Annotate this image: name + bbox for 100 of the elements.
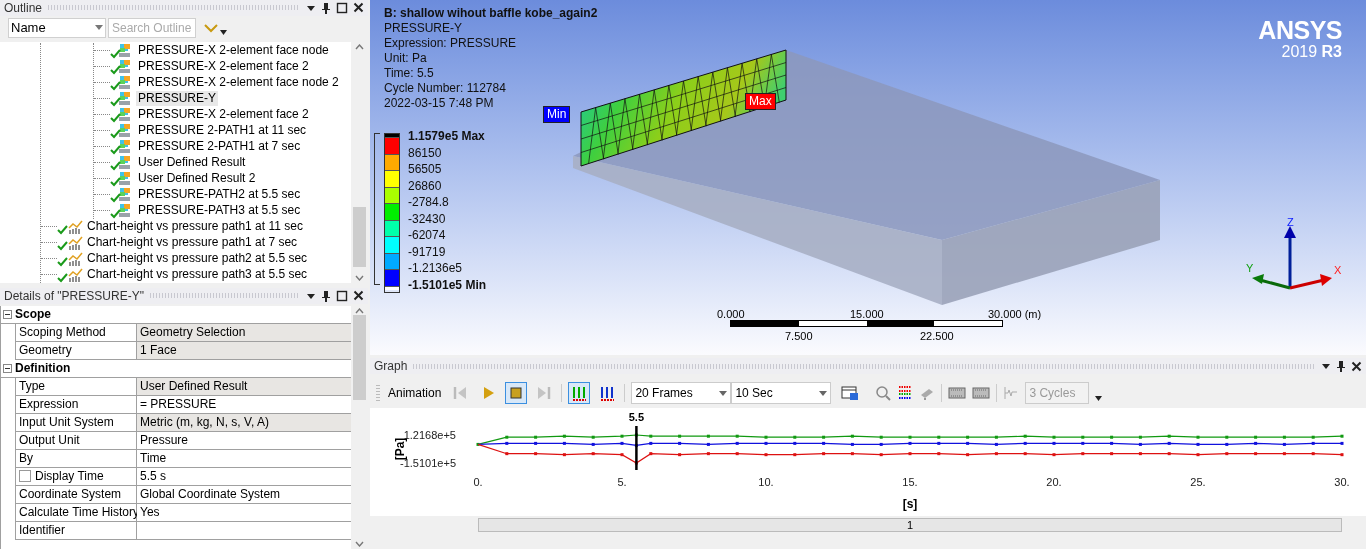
axis-label: Z <box>1287 218 1294 228</box>
checkbox[interactable] <box>19 470 31 483</box>
data-point <box>1138 435 1142 439</box>
data-point <box>678 453 682 457</box>
tree-item[interactable]: Chart-height vs pressure path1 at 7 sec <box>85 235 300 251</box>
dropdown-icon[interactable] <box>306 291 316 300</box>
data-point <box>1311 452 1315 456</box>
property-label: Geometry <box>19 342 72 359</box>
scroll-down-icon[interactable] <box>355 541 364 547</box>
tree-item[interactable]: PRESSURE-X 2-element face node <box>136 43 331 59</box>
scroll-down-icon[interactable] <box>355 274 364 281</box>
data-point <box>735 452 739 456</box>
data-point <box>505 452 509 456</box>
property-label: Display Time <box>35 468 104 485</box>
pin-icon[interactable] <box>321 1 331 14</box>
property-label: Input Unit System <box>19 414 114 431</box>
tree-item[interactable]: PRESSURE-X 2-element face 2 <box>136 107 311 123</box>
tree-item[interactable]: PRESSURE 2-PATH1 at 7 sec <box>136 139 303 155</box>
scrollbar-thumb[interactable] <box>353 207 366 268</box>
contour-bars-icon <box>599 385 616 401</box>
close-icon[interactable] <box>353 290 364 302</box>
panel-title: Graph <box>374 359 408 373</box>
legend-label: 1.1579e5 Max <box>408 128 486 145</box>
data-point <box>879 442 883 446</box>
section-header[interactable]: Scope <box>15 305 51 324</box>
scale-label: 7.500 <box>785 329 813 344</box>
legend-label: -1.5101e5 Min <box>408 276 487 293</box>
filmstrip-icon[interactable] <box>948 386 967 400</box>
pin-icon[interactable] <box>321 289 331 302</box>
data-point <box>994 452 998 456</box>
close-icon[interactable] <box>1351 360 1362 372</box>
data-point <box>591 435 595 439</box>
legend-label: 56505 <box>408 161 443 178</box>
tick-label: 15. <box>902 476 918 488</box>
scrollbar-thumb[interactable] <box>353 314 366 400</box>
legend-label: -91719 <box>408 243 447 260</box>
tree-item[interactable]: Chart-height vs pressure path3 at 5.5 sec <box>85 267 310 283</box>
result-info-text: 2022-03-15 7:48 PM <box>384 96 495 111</box>
scroll-up-icon[interactable] <box>355 307 364 314</box>
data-point <box>966 441 970 445</box>
duration-dropdown[interactable]: 10 Sec <box>731 382 832 404</box>
tree-item[interactable]: Chart-height vs pressure path1 at 11 sec <box>85 219 305 235</box>
data-point <box>1167 434 1171 438</box>
collapse-toggle[interactable] <box>3 363 12 373</box>
dropdown-icon[interactable] <box>1321 362 1331 370</box>
axis-title: [s] <box>902 497 918 511</box>
data-point <box>562 453 566 457</box>
data-point <box>793 435 797 439</box>
tree-item[interactable]: PRESSURE-X 2-element face 2 <box>136 59 311 75</box>
property-label: Identifier <box>19 522 66 539</box>
dropdown-icon[interactable] <box>220 30 227 36</box>
tree-item[interactable]: PRESSURE-X 2-element face node 2 <box>136 75 341 91</box>
caret-icon <box>95 25 103 31</box>
tree-item[interactable]: PRESSURE-PATH2 at 5.5 sec <box>136 187 303 203</box>
scroll-up-icon[interactable] <box>355 43 364 50</box>
graphics-viewport[interactable] <box>370 0 1366 355</box>
dropdown-icon[interactable] <box>306 3 316 12</box>
export-video-icon[interactable] <box>841 385 860 401</box>
data-point <box>649 434 653 438</box>
pin-icon[interactable] <box>1336 360 1346 372</box>
data-point <box>1254 452 1258 456</box>
name-dropdown[interactable]: Name <box>8 17 106 38</box>
data-point <box>1282 435 1286 439</box>
legend-label: -32430 <box>408 210 447 227</box>
tree-item[interactable]: PRESSURE-PATH3 at 5.5 sec <box>136 203 303 219</box>
search-field[interactable]: Search Outline <box>108 17 196 38</box>
scale-label: 0.000 <box>717 307 745 322</box>
frames-dropdown[interactable]: 20 Frames <box>631 382 732 404</box>
collapse-toggle[interactable] <box>3 309 12 319</box>
tick-label: 30. <box>1334 476 1350 488</box>
dropdown-icon[interactable] <box>1095 395 1103 401</box>
zoom-icon[interactable] <box>875 385 892 401</box>
chart-check-icon <box>57 234 83 251</box>
chart-check-icon <box>57 266 83 283</box>
color-grid-icon[interactable] <box>897 385 914 401</box>
tree-item[interactable]: Chart-height vs pressure path2 at 5.5 sec <box>85 251 310 267</box>
data-point <box>735 434 739 438</box>
tree-item[interactable]: PRESSURE 2-PATH1 at 11 sec <box>136 123 309 139</box>
tree-item[interactable]: PRESSURE-Y <box>136 91 219 107</box>
timeline-bar[interactable]: 1 <box>478 518 1342 532</box>
filmstrip-icon[interactable] <box>972 386 991 400</box>
stop-button[interactable] <box>505 382 528 404</box>
close-icon[interactable] <box>353 2 364 14</box>
data-point <box>879 435 883 439</box>
tick-label: 0. <box>473 476 483 488</box>
data-point <box>678 441 682 445</box>
data-point <box>822 452 826 456</box>
contour-view-button[interactable] <box>568 382 591 404</box>
data-point <box>1340 441 1344 445</box>
tree-item[interactable]: User Defined Result 2 <box>136 171 258 187</box>
result-info-text: Unit: Pa <box>384 51 428 66</box>
data-point <box>908 441 912 445</box>
maximize-icon[interactable] <box>336 289 348 302</box>
data-point <box>850 452 854 456</box>
data-point <box>534 452 538 456</box>
maximize-icon[interactable] <box>336 1 348 14</box>
data-point <box>620 453 624 457</box>
section-header[interactable]: Definition <box>15 359 71 378</box>
tree-item[interactable]: User Defined Result <box>136 155 248 171</box>
data-point <box>1110 441 1114 445</box>
